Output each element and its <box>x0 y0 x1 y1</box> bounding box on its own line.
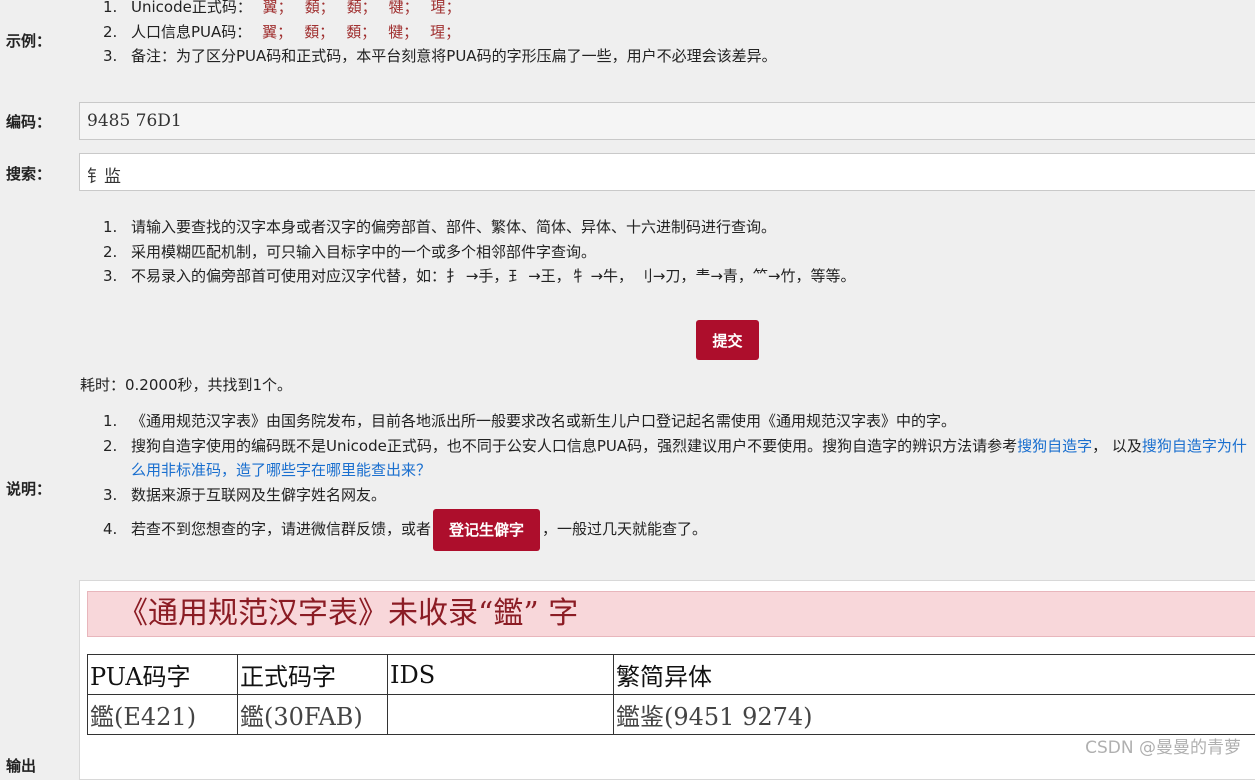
header-variants: 繁简异体 <box>614 655 1255 695</box>
search-input[interactable]: 钅监 <box>79 153 1255 191</box>
example-remark: 备注：为了区分PUA码和正式码，本平台刻意将PUA码的字形压扁了一些，用户不必理… <box>131 47 777 65</box>
example-label-unicode: Unicode正式码： <box>131 0 252 16</box>
cell-ids <box>388 695 614 735</box>
table-header-row: PUA码字 正式码字 IDS 繁简异体 <box>88 655 1255 695</box>
sample-chars: 翼；䫋；䫋；犍；瑆； <box>257 0 467 16</box>
code-label: 编码： <box>6 111 51 132</box>
sogou-link[interactable]: 搜狗自造字 <box>1017 437 1092 455</box>
code-textarea[interactable]: 9485 76D1 ⟋ <box>79 102 1255 140</box>
notes-list: 1.《通用规范汉字表》由国务院发布，目前各地派出所一般要求改名或新生儿户口登记起… <box>81 409 1251 551</box>
tip-item: 1.请输入要查找的汉字本身或者汉字的偏旁部首、部件、繁体、简体、异体、十六进制码… <box>81 215 1251 240</box>
cell-variants: 鑑鉴(9451 9274) <box>614 695 1255 735</box>
header-pua: PUA码字 <box>88 655 238 695</box>
output-label: 输出 <box>6 755 36 776</box>
example-item: 3. 备注：为了区分PUA码和正式码，本平台刻意将PUA码的字形压扁了一些，用户… <box>81 44 1251 69</box>
cell-pua: 鑑(E421) <box>88 695 238 735</box>
note-item: 1.《通用规范汉字表》由国务院发布，目前各地派出所一般要求改名或新生儿户口登记起… <box>81 409 1251 434</box>
result-panel: 《通用规范汉字表》未收录“鑑” 字 PUA码字 正式码字 IDS 繁简异体 鑑(… <box>79 580 1255 780</box>
note-item: 4.若查不到您想查的字，请进微信群反馈，或者登记生僻字，一般过几天就能查了。 <box>81 507 1251 551</box>
tip-item: 3.不易录入的偏旁部首可使用对应汉字代替，如：扌 →手，𤣩 →王，牜 →牛， 刂… <box>81 264 1251 289</box>
cell-official: 鑑(30FAB) <box>238 695 388 735</box>
example-item: 2. 人口信息PUA码： 翼；䫋；䫋；犍；瑆； <box>81 20 1251 45</box>
sample-chars: 翼；䫋；䫋；犍；瑆； <box>256 23 466 41</box>
timing-text: 耗时：0.2000秒，共找到1个。 <box>80 374 292 395</box>
note-item: 3.数据来源于互联网及生僻字姓名网友。 <box>81 483 1251 508</box>
tip-item: 2.采用模糊匹配机制，可只输入目标字中的一个或多个相邻部件字查询。 <box>81 240 1251 265</box>
tips-list: 1.请输入要查找的汉字本身或者汉字的偏旁部首、部件、繁体、简体、异体、十六进制码… <box>81 215 1251 289</box>
examples-list: 1. Unicode正式码： 翼；䫋；䫋；犍；瑆； 2. 人口信息PUA码： 翼… <box>81 0 1251 69</box>
example-item: 1. Unicode正式码： 翼；䫋；䫋；犍；瑆； <box>81 0 1251 20</box>
watermark: CSDN @曼曼的青萝 <box>1085 733 1241 758</box>
header-ids: IDS <box>388 655 614 695</box>
header-official: 正式码字 <box>238 655 388 695</box>
code-value: 9485 76D1 <box>87 111 182 131</box>
notes-label: 说明： <box>6 478 51 499</box>
search-label: 搜索： <box>6 163 51 184</box>
search-value: 钅监 <box>87 167 121 187</box>
note-item: 2.搜狗自造字使用的编码既不是Unicode正式码，也不同于公安人口信息PUA码… <box>81 434 1251 483</box>
table-row: 鑑(E421) 鑑(30FAB) 鑑鉴(9451 9274) <box>88 695 1255 735</box>
result-table: PUA码字 正式码字 IDS 繁简异体 鑑(E421) 鑑(30FAB) 鑑鉴(… <box>87 654 1255 735</box>
submit-button[interactable]: 提交 <box>696 320 759 360</box>
example-label-pua: 人口信息PUA码： <box>131 23 251 41</box>
example-label: 示例： <box>6 30 51 51</box>
result-banner: 《通用规范汉字表》未收录“鑑” 字 <box>87 591 1255 637</box>
register-char-button[interactable]: 登记生僻字 <box>433 509 540 551</box>
